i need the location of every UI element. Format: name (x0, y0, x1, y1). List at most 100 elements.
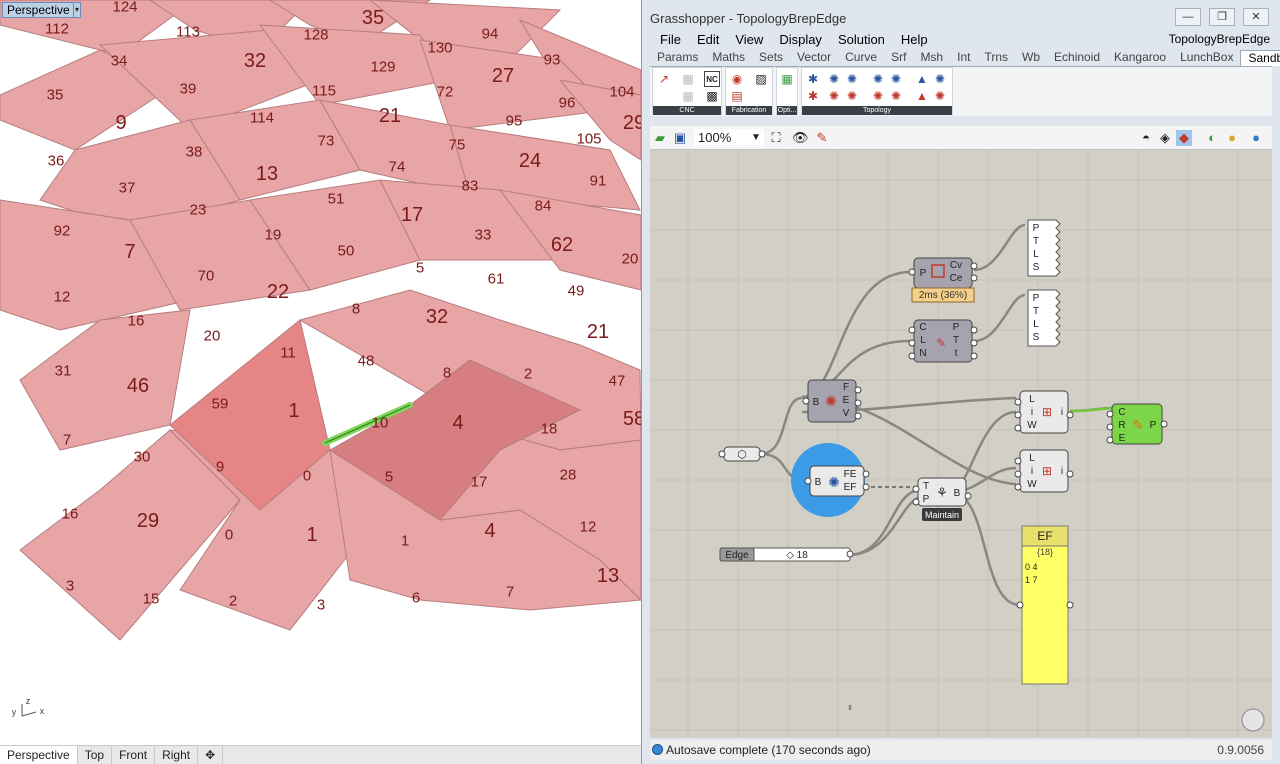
component-port[interactable] (804, 477, 812, 485)
topology-gear-red-icon[interactable]: ✺ (826, 88, 842, 104)
cnc-tool-icon[interactable]: ↗ (656, 71, 672, 87)
sketch-icon[interactable]: ✎ (814, 130, 830, 146)
component-port[interactable] (908, 339, 916, 347)
checker-icon[interactable]: ▦ (680, 71, 696, 87)
component-port[interactable] (1016, 601, 1024, 609)
component-port[interactable] (908, 352, 916, 360)
tab-sandbox[interactable]: Sandbox (1240, 50, 1280, 66)
tab-top[interactable]: Top (78, 746, 113, 764)
component-port[interactable] (908, 326, 916, 334)
component-port[interactable] (1014, 398, 1022, 406)
preview-eye-icon[interactable]: 👁 (792, 130, 809, 146)
add-viewport-icon[interactable]: ✥ (198, 746, 224, 764)
component-port[interactable] (970, 274, 978, 282)
menu-solution[interactable]: Solution (830, 32, 893, 48)
component-port[interactable] (846, 550, 854, 558)
brep-face[interactable] (19, 309, 191, 451)
component-port[interactable] (1106, 410, 1114, 418)
component-port[interactable] (1106, 423, 1114, 431)
gh-canvas[interactable]: P Cv Ce 2ms (36%) C L N P Tt ✎ P T L S P T L S B F E V ✺ ⬡ B FE EF… (650, 150, 1272, 738)
viewport-menu-arrow[interactable]: ▾ (73, 2, 81, 18)
component-port[interactable] (1014, 483, 1022, 491)
restore-button[interactable]: ❐ (1209, 8, 1235, 26)
image-icon[interactable]: ▨ (753, 71, 769, 87)
tab-wb[interactable]: Wb (1015, 50, 1047, 66)
eye-tool-icon[interactable]: ◉ (729, 71, 745, 87)
tab-right[interactable]: Right (155, 746, 199, 764)
tab-params[interactable]: Params (650, 50, 705, 66)
menu-help[interactable]: Help (893, 32, 936, 48)
component-port[interactable] (1014, 457, 1022, 465)
tab-int[interactable]: Int (950, 50, 977, 66)
gh-definition[interactable]: PCvCe2ms (36%)CLNPTt✎PTLSPTLSBFEV✺⬡BFEEF… (650, 150, 1272, 738)
component-port[interactable] (964, 492, 972, 500)
tab-msh[interactable]: Msh (913, 50, 950, 66)
navigation-wheel-icon[interactable] (1241, 708, 1265, 732)
tab-maths[interactable]: Maths (705, 50, 752, 66)
document-icon[interactable]: ▤ (729, 88, 745, 104)
menu-file[interactable]: File (652, 32, 689, 48)
component-port[interactable] (854, 399, 862, 407)
display-mode-icon[interactable]: ● (1248, 130, 1264, 146)
component-port[interactable] (718, 450, 726, 458)
component-port[interactable] (970, 339, 978, 347)
chevron-down-icon[interactable]: ▼ (748, 130, 764, 146)
component-port[interactable] (912, 485, 920, 493)
preview-shaded-icon[interactable]: ◆ (1176, 130, 1192, 146)
component-port[interactable] (1066, 470, 1074, 478)
component-port[interactable] (862, 483, 870, 491)
tab-echinoid[interactable]: Echinoid (1047, 50, 1107, 66)
menu-edit[interactable]: Edit (689, 32, 727, 48)
topology-edge2-red-icon[interactable]: ✺ (888, 88, 904, 104)
topology-gear-icon[interactable]: ✺ (826, 71, 842, 87)
topology-edge2-icon[interactable]: ✺ (888, 71, 904, 87)
topology-gear2-icon[interactable]: ✺ (844, 71, 860, 87)
tab-sets[interactable]: Sets (752, 50, 790, 66)
menu-view[interactable]: View (727, 32, 771, 48)
component-port[interactable] (1106, 436, 1114, 444)
component-port[interactable] (1160, 420, 1168, 428)
viewport-title[interactable]: Perspective (2, 2, 75, 18)
minimize-button[interactable]: — (1175, 8, 1201, 26)
viewport-scene[interactable]: 1121243511332128 9493341302735 39129104911… (0, 0, 641, 745)
tab-curve[interactable]: Curve (838, 50, 884, 66)
tab-vector[interactable]: Vector (790, 50, 838, 66)
component-port[interactable] (970, 262, 978, 270)
component-port[interactable] (970, 352, 978, 360)
component-port[interactable] (970, 326, 978, 334)
component-port[interactable] (802, 397, 810, 405)
preview-wire-icon[interactable]: ◈ (1157, 130, 1173, 146)
preview-selected-icon[interactable]: ◐ (1204, 130, 1220, 146)
opti-icon[interactable]: ▦ (779, 71, 795, 87)
topology-edge-red-icon[interactable]: ✺ (870, 88, 886, 104)
topology-face-red-icon[interactable]: ▲ (914, 88, 930, 104)
material-icon[interactable]: ● (1224, 130, 1240, 146)
topology-face2-icon[interactable]: ✺ (932, 71, 948, 87)
save-file-icon[interactable]: ▣ (672, 130, 688, 146)
topology-point-icon[interactable]: ✱ (805, 71, 821, 87)
component-port[interactable] (1066, 411, 1074, 419)
component-port[interactable] (1014, 470, 1022, 478)
component-port[interactable] (854, 386, 862, 394)
component-port[interactable] (908, 268, 916, 276)
tab-trns[interactable]: Trns (977, 50, 1015, 66)
tab-kangaroo[interactable]: Kangaroo (1107, 50, 1173, 66)
component-port[interactable] (758, 450, 766, 458)
tab-lunchbox[interactable]: LunchBox (1173, 50, 1240, 66)
tab-perspective[interactable]: Perspective (0, 746, 78, 764)
tab-srf[interactable]: Srf (884, 50, 913, 66)
topology-gear2-red-icon[interactable]: ✺ (844, 88, 860, 104)
menu-display[interactable]: Display (771, 32, 830, 48)
checker-icon-2[interactable]: ▦ (680, 88, 696, 104)
nc-icon[interactable]: NC (704, 71, 720, 87)
topology-face2-red-icon[interactable]: ✺ (932, 88, 948, 104)
preview-off-icon[interactable]: ◓ (1138, 130, 1154, 146)
component-port[interactable] (1014, 411, 1022, 419)
rhino-viewport[interactable]: 112 124 35 113 32 128 94 93 34 130 27 35 39 129 104 9 11… (0, 0, 641, 745)
component-port[interactable] (1014, 424, 1022, 432)
close-button[interactable]: ✕ (1243, 8, 1269, 26)
topology-face-icon[interactable]: ▲ (914, 71, 930, 87)
component-port[interactable] (854, 412, 862, 420)
tab-front[interactable]: Front (112, 746, 156, 764)
topology-edge-icon[interactable]: ✺ (870, 71, 886, 87)
